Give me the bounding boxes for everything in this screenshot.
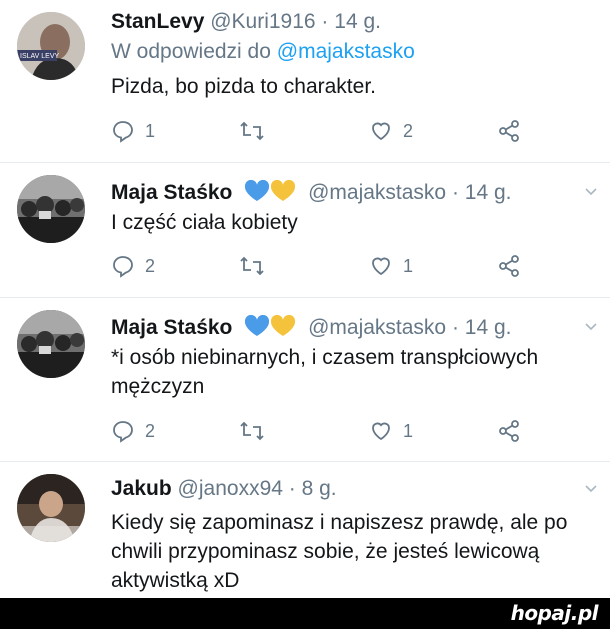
- emoji-hearts: [244, 314, 296, 343]
- retweet-icon: [240, 256, 264, 276]
- reply-prefix: W odpowiedzi do: [111, 40, 277, 63]
- watermark-logo: hopaj.pl: [510, 601, 599, 625]
- tweet-text: I część ciała kobiety: [111, 211, 298, 234]
- blue-heart-icon: [245, 179, 270, 201]
- retweet-icon: [240, 421, 264, 441]
- heart-icon: [372, 257, 390, 276]
- like-count: 1: [403, 420, 414, 441]
- author-name[interactable]: StanLevy: [111, 10, 204, 33]
- share-icon: [499, 420, 519, 442]
- reply-button[interactable]: 1: [111, 118, 155, 144]
- reply-button[interactable]: 2: [111, 418, 155, 444]
- avatar[interactable]: ISLAV LEVY: [17, 12, 85, 80]
- reply-icon: [113, 256, 133, 278]
- emoji-hearts: [244, 179, 296, 208]
- author-handle-time[interactable]: @Kuri1916 · 14 g.: [210, 10, 381, 33]
- blue-heart-icon: [245, 314, 270, 336]
- retweet-button[interactable]: [239, 118, 265, 144]
- action-bar: 2 1: [111, 418, 531, 444]
- avatar-caption: ISLAV LEVY: [20, 53, 60, 60]
- avatar[interactable]: [17, 474, 85, 542]
- yellow-heart-icon: [271, 314, 296, 336]
- tweet-1[interactable]: ISLAV LEVY StanLevy @Kuri1916 · 14 g. W …: [0, 0, 610, 148]
- chevron-down-icon[interactable]: [584, 482, 598, 496]
- like-button[interactable]: 1: [369, 253, 413, 279]
- like-button[interactable]: 2: [369, 118, 413, 144]
- action-bar: 2 1: [111, 253, 531, 279]
- yellow-heart-icon: [271, 179, 296, 201]
- avatar-image: [17, 310, 85, 378]
- author-name[interactable]: Maja Staśko: [111, 316, 232, 339]
- share-button[interactable]: [497, 253, 521, 279]
- avatar[interactable]: [17, 310, 85, 378]
- tweet-text: Kiedy się zapominasz i napiszesz prawdę,…: [111, 511, 568, 592]
- reply-context: W odpowiedzi do @majakstasko: [111, 40, 415, 64]
- tweet-2[interactable]: Maja Staśko @majakstasko · 14 g. I część…: [0, 163, 610, 303]
- like-count: 1: [403, 255, 414, 276]
- heart-icon: [372, 422, 390, 441]
- reply-mention-link[interactable]: @majakstasko: [277, 40, 415, 63]
- reply-count: 2: [145, 420, 156, 441]
- reply-button[interactable]: 2: [111, 253, 155, 279]
- like-button[interactable]: 1: [369, 418, 413, 444]
- tweet-3[interactable]: Maja Staśko @majakstasko · 14 g. *i osób…: [0, 298, 610, 458]
- heart-icon: [372, 122, 390, 141]
- avatar-image: ISLAV LEVY: [17, 12, 85, 80]
- author-name[interactable]: Maja Staśko: [111, 181, 232, 204]
- action-bar: 1 2: [111, 118, 531, 144]
- chevron-down-icon[interactable]: [584, 185, 598, 199]
- reply-icon: [113, 421, 133, 443]
- avatar[interactable]: [17, 175, 85, 243]
- retweet-button[interactable]: [239, 253, 265, 279]
- tweet-text: Pizda, bo pizda to charakter.: [111, 75, 376, 98]
- retweet-button[interactable]: [239, 418, 265, 444]
- avatar-image: [17, 474, 85, 542]
- author-name[interactable]: Jakub: [111, 477, 172, 500]
- avatar-image: [17, 175, 85, 243]
- author-handle-time[interactable]: @janoxx94 · 8 g.: [178, 477, 337, 500]
- tweet-text: *i osób niebinarnych, i czasem transpłci…: [111, 346, 539, 398]
- watermark-bar: hopaj.pl: [0, 598, 610, 629]
- chevron-down-icon[interactable]: [584, 320, 598, 334]
- share-button[interactable]: [497, 118, 521, 144]
- share-icon: [499, 120, 519, 142]
- reply-count: 1: [145, 120, 156, 141]
- tweet-4[interactable]: Jakub @janoxx94 · 8 g. Kiedy się zapomin…: [0, 462, 610, 598]
- reply-icon: [113, 121, 133, 143]
- share-icon: [499, 255, 519, 277]
- reply-count: 2: [145, 255, 156, 276]
- retweet-icon: [240, 121, 264, 141]
- share-button[interactable]: [497, 418, 521, 444]
- author-handle-time[interactable]: @majakstasko · 14 g.: [308, 181, 511, 204]
- like-count: 2: [403, 120, 414, 141]
- author-handle-time[interactable]: @majakstasko · 14 g.: [308, 316, 511, 339]
